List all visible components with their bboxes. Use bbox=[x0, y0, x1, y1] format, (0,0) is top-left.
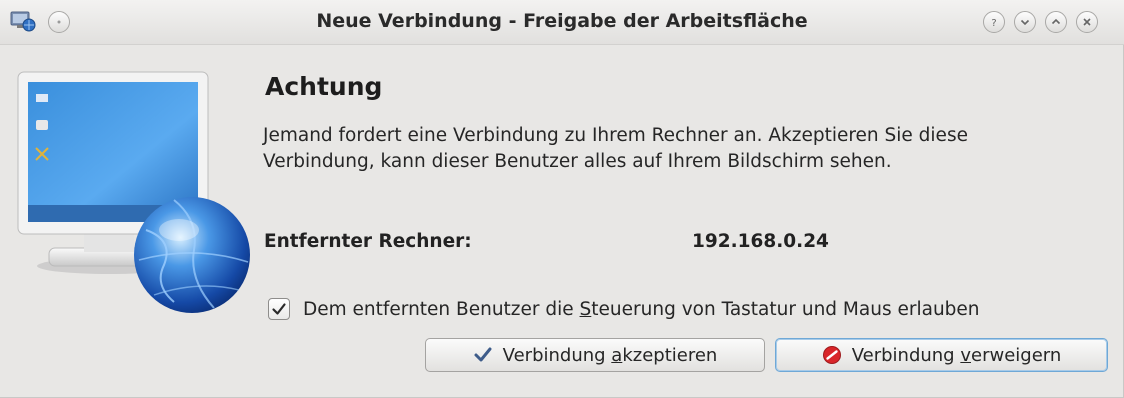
message-line-1: Jemand fordert eine Verbindung zu Ihrem … bbox=[263, 125, 968, 146]
allow-control-row[interactable]: Dem entfernten Benutzer die Steuerung vo… bbox=[268, 298, 980, 320]
minimize-icon[interactable] bbox=[1014, 11, 1036, 33]
reject-icon bbox=[822, 346, 841, 364]
accept-connection-button[interactable]: Verbindung akzeptieren bbox=[425, 338, 765, 372]
checkmark-icon bbox=[474, 347, 492, 362]
checkmark-icon bbox=[272, 303, 286, 315]
window-title: Neue Verbindung - Freigabe der Arbeitsfl… bbox=[316, 10, 808, 32]
allow-control-checkbox[interactable] bbox=[268, 298, 290, 320]
desktop-sharing-illustration bbox=[14, 70, 252, 320]
dialog-message: Jemand fordert eine Verbindung zu Ihrem … bbox=[263, 123, 1108, 175]
remote-host-label: Entfernter Rechner: bbox=[264, 231, 472, 252]
reject-connection-button[interactable]: Verbindung verweigern bbox=[775, 338, 1108, 372]
accept-button-label: Verbindung akzeptieren bbox=[502, 344, 718, 366]
reject-button-label: Verbindung verweigern bbox=[851, 344, 1062, 366]
allow-control-label[interactable]: Dem entfernten Benutzer die Steuerung vo… bbox=[303, 299, 980, 320]
maximize-icon[interactable] bbox=[1045, 11, 1067, 33]
help-icon[interactable]: ? bbox=[983, 11, 1005, 33]
dialog-heading: Achtung bbox=[265, 72, 383, 101]
app-icon[interactable] bbox=[10, 9, 36, 33]
message-line-2: Verbindung, kann dieser Benutzer alles a… bbox=[263, 151, 892, 172]
dialog-window: Neue Verbindung - Freigabe der Arbeitsfl… bbox=[0, 0, 1124, 398]
svg-text:?: ? bbox=[991, 18, 996, 28]
remote-host-value: 192.168.0.24 bbox=[692, 231, 829, 252]
window-menu-button[interactable] bbox=[48, 11, 70, 33]
title-bar[interactable]: Neue Verbindung - Freigabe der Arbeitsfl… bbox=[0, 0, 1124, 45]
close-icon[interactable] bbox=[1076, 11, 1098, 33]
